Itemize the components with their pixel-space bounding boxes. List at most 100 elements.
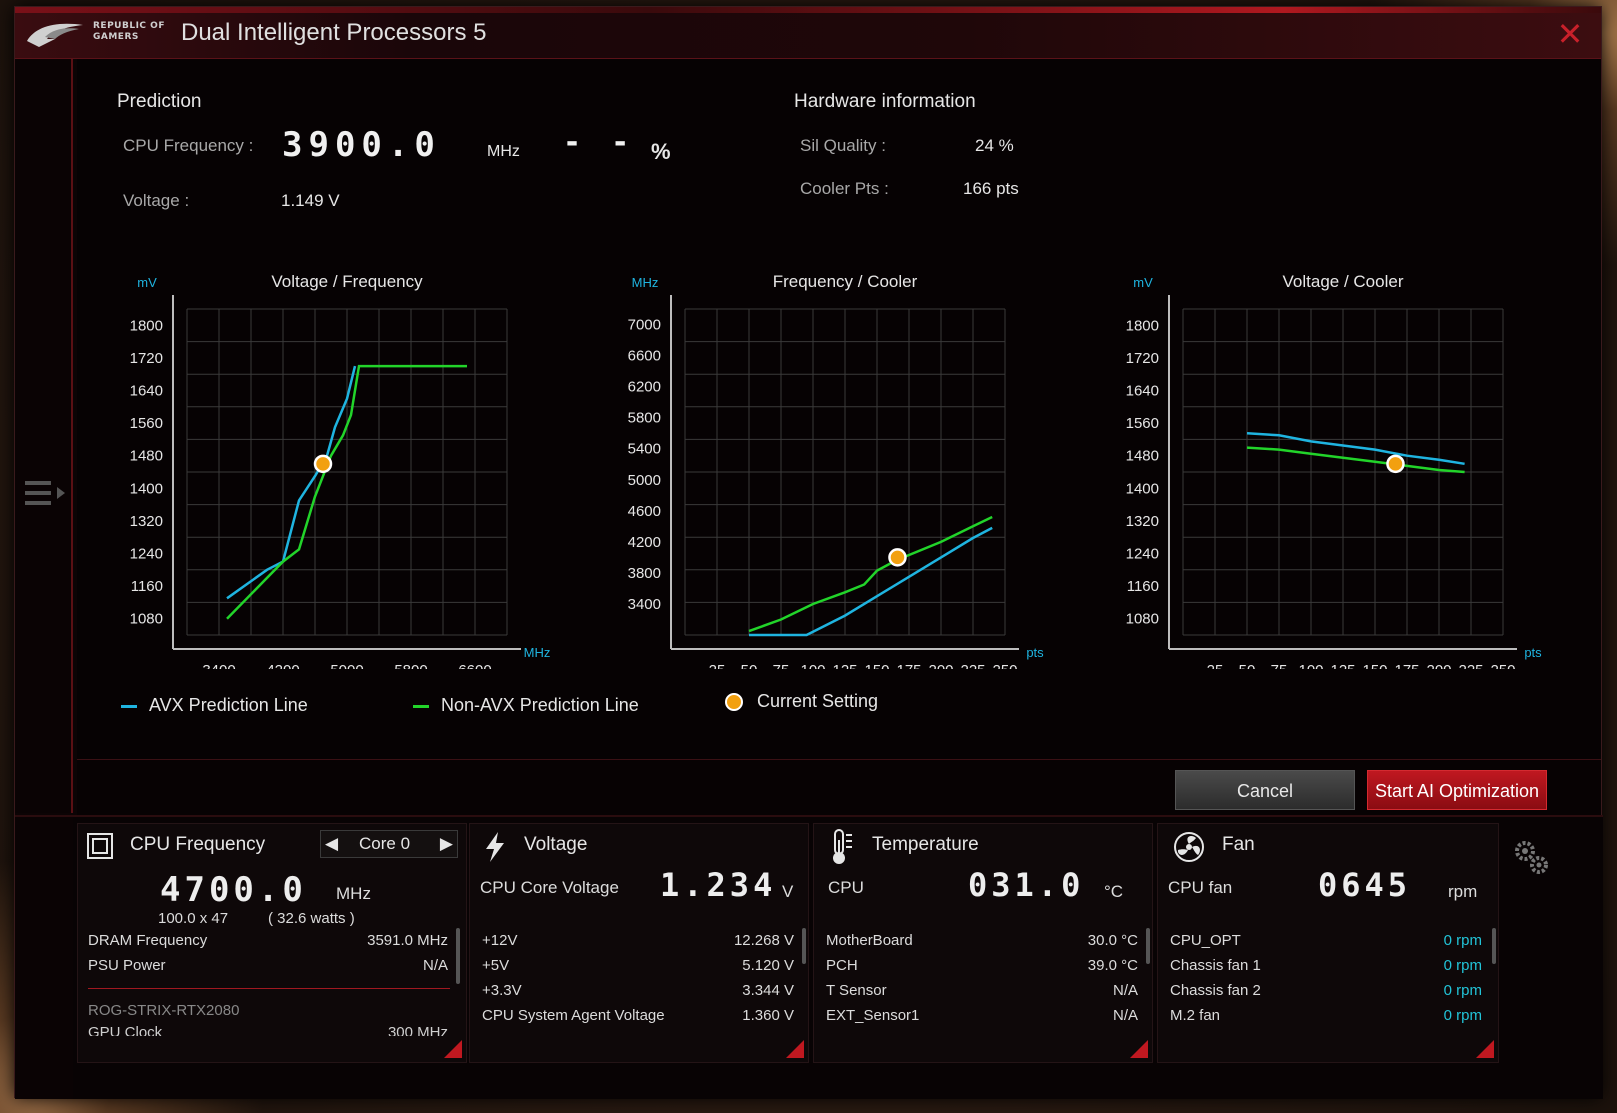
sil-quality-value: 24 %: [975, 136, 1014, 155]
temp_panel-row-label: EXT_Sensor1: [826, 1007, 920, 1024]
chart-y-tick: 5800: [628, 410, 661, 427]
chart-y-tick: 1640: [1126, 383, 1159, 400]
chart-y-tick: 1800: [130, 317, 163, 334]
voltage-frequency-chart: Voltage / Frequency mV MHz 1800 1720 1640 1560…: [130, 272, 551, 669]
cpu-frequency-unit: MHz: [487, 143, 520, 160]
voltage_panel-row-value: 12.268 V: [733, 932, 794, 949]
cpu-chip-icon: [87, 833, 113, 859]
close-button[interactable]: ✕: [1553, 17, 1587, 51]
window-title: Dual Intelligent Processors 5: [181, 19, 487, 46]
voltage_panel-row-label: +12V: [482, 932, 518, 949]
fan-scrollbar[interactable]: [1492, 928, 1496, 964]
cpu-ratio: 100.0 x 47: [158, 910, 229, 927]
voltage_panel-row-value: 1.360 V: [742, 1007, 794, 1024]
chart-y-tick: 1320: [1126, 513, 1159, 530]
voltage_panel-row: +5V 5.120 V: [482, 957, 794, 974]
voltage_panel-row: +12V 12.268 V: [482, 932, 794, 949]
temp_panel-row-value: 30.0 °C: [1087, 932, 1138, 949]
cancel-button[interactable]: Cancel: [1175, 770, 1355, 810]
fan_panel-row: Chassis fan 2 0 rpm: [1170, 982, 1482, 999]
start-ai-optimization-button[interactable]: Start AI Optimization: [1367, 770, 1547, 810]
brand-text: REPUBLIC OF GAMERS: [93, 21, 165, 43]
chart-x-tick: 5800: [394, 662, 427, 669]
temp_panel-row-value: 39.0 °C: [1087, 957, 1138, 974]
gpu-clock-row: GPU Clock 300 MHz: [88, 1024, 448, 1036]
voltage-panel: Voltage CPU Core Voltage 1.234 V +12V 12.…: [469, 823, 809, 1063]
cpu-temperature-unit: °C: [1104, 882, 1124, 901]
fan-panel-expand-icon[interactable]: [1476, 1040, 1494, 1058]
cpu-frequency-panel: CPU Frequency ◀ Core 0 ▶ 4700.0 MHz 100.…: [77, 823, 467, 1063]
predicted-percent: - -: [563, 125, 636, 160]
chart-x-tick: 4200: [266, 662, 299, 669]
chart-x-tick: 150: [1362, 662, 1387, 669]
title-bar: REPUBLIC OF GAMERS Dual Intelligent Proc…: [15, 7, 1601, 59]
cpu-divider: [88, 988, 450, 989]
cpu-frequency-label: CPU Frequency :: [123, 136, 254, 155]
chart-x-unit: pts: [1026, 645, 1044, 660]
chart-y-tick: 1400: [130, 480, 163, 497]
chart-y-tick: 1080: [130, 611, 163, 628]
voltage_panel-row: +3.3V 3.344 V: [482, 982, 794, 999]
rog-logo-icon: [27, 23, 83, 47]
gpu-clock-value: 300 MHz: [387, 1024, 448, 1036]
chart-y-tick: 1480: [130, 448, 163, 465]
chart-y-tick: 1160: [131, 578, 163, 595]
chart-x-tick: 50: [741, 662, 758, 669]
temp_panel-row: EXT_Sensor1 N/A: [826, 1007, 1138, 1024]
cpu_panel-row-label: PSU Power: [88, 957, 166, 974]
cpu-fan-value: 0645: [1318, 866, 1412, 904]
chart-title: Frequency / Cooler: [773, 272, 918, 291]
fan_panel-row: CPU_OPT 0 rpm: [1170, 932, 1482, 949]
cpu-scrollbar[interactable]: [456, 928, 460, 984]
fan-main-label: CPU fan: [1168, 878, 1233, 897]
chart-y-tick: 1560: [130, 415, 163, 432]
cpu-frequency-unit: MHz: [336, 884, 371, 903]
brand-line2: GAMERS: [93, 32, 139, 42]
menu-expand-icon[interactable]: [23, 477, 67, 511]
temp_panel-row-value: N/A: [1112, 982, 1138, 999]
chart-x-tick: 225: [960, 662, 985, 669]
temperature-panel-expand-icon[interactable]: [1130, 1040, 1148, 1058]
core-selector[interactable]: ◀ Core 0 ▶: [320, 830, 458, 858]
chart-x-tick: 200: [928, 662, 953, 669]
cpu_panel-row-value: N/A: [422, 957, 448, 974]
settings-gears-icon[interactable]: [1511, 837, 1551, 877]
monitor-left-rail: [15, 817, 73, 1099]
voltage-scrollbar[interactable]: [802, 928, 806, 964]
chart-y-tick: 1720: [1126, 350, 1159, 367]
core-prev-icon[interactable]: ◀: [325, 834, 338, 854]
chart-y-tick: 1800: [1126, 317, 1159, 334]
predicted-voltage: 1.149 V: [281, 191, 340, 210]
temp_panel-row-value: N/A: [1112, 1007, 1138, 1024]
chart-x-tick: 100: [1298, 662, 1323, 669]
cooler-pts-value: 166 pts: [963, 179, 1019, 198]
chart-x-unit: MHz: [524, 645, 551, 660]
voltage-cooler-chart: Voltage / Cooler mV pts 1800 1720 1640 1560 148…: [1126, 272, 1543, 669]
core-selected: Core 0: [359, 834, 411, 853]
cpu-fan-unit: rpm: [1448, 882, 1478, 901]
voltage-panel-expand-icon[interactable]: [786, 1040, 804, 1058]
hardware-heading: Hardware information: [794, 91, 976, 112]
temp_panel-row: MotherBoard 30.0 °C: [826, 932, 1138, 949]
chart-x-tick: 25: [1207, 662, 1224, 669]
chart-y-tick: 1720: [130, 350, 163, 367]
cpu-core-voltage-unit: V: [782, 882, 794, 901]
chart-x-tick: 175: [1394, 662, 1419, 669]
lightning-icon: [486, 832, 504, 862]
legend-avx-label: AVX Prediction Line: [149, 695, 308, 715]
core-next-icon[interactable]: ▶: [440, 834, 453, 854]
temperature-scrollbar[interactable]: [1146, 928, 1150, 964]
chart-x-tick: 175: [896, 662, 921, 669]
temp_panel-row-label: MotherBoard: [826, 932, 913, 949]
cpu-panel-expand-icon[interactable]: [444, 1040, 462, 1058]
chart-y-tick: 1400: [1126, 480, 1159, 497]
action-bar: Cancel Start AI Optimization: [77, 759, 1601, 815]
cpu_panel-row: DRAM Frequency 3591.0 MHz: [88, 932, 448, 949]
cpu-watts: ( 32.6 watts ): [268, 910, 355, 927]
chart-y-tick: 7000: [628, 317, 661, 334]
fan_panel-row: M.2 fan 0 rpm: [1170, 1007, 1482, 1024]
temp_panel-row-label: T Sensor: [826, 982, 887, 999]
chart-y-unit: mV: [137, 275, 157, 290]
gpu-clock-label: GPU Clock: [88, 1024, 163, 1036]
chart-y-tick: 1080: [1126, 611, 1159, 628]
